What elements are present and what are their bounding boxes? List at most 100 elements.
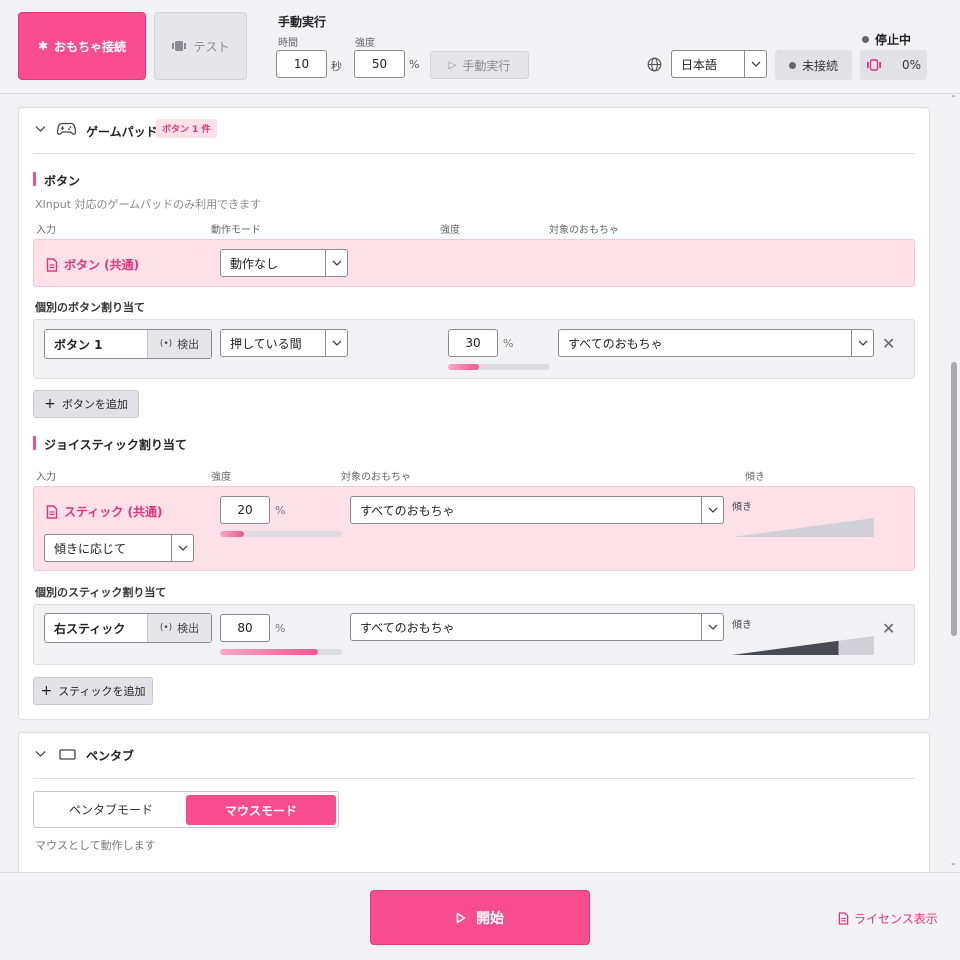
run-state-dot-icon: [862, 36, 869, 43]
detect-button[interactable]: (•) 検出: [147, 614, 211, 642]
stick-intensity-input[interactable]: 80: [220, 614, 270, 642]
play-icon: ▷: [448, 59, 457, 71]
chevron-down-icon: [171, 535, 193, 561]
time-input[interactable]: 10: [276, 50, 327, 78]
gamepad-title: ゲームパッド: [86, 125, 158, 139]
connection-status-badge: 未接続: [775, 50, 852, 80]
button-count-badge: ボタン 1 件: [156, 119, 217, 138]
vibration-level-icon: [866, 59, 881, 71]
buttons-section-title: ボタン: [44, 174, 81, 188]
connect-toy-button[interactable]: ✱ おもちゃ接続: [18, 12, 146, 80]
col-intensity: 強度: [211, 472, 231, 483]
percent-unit: %: [503, 337, 514, 350]
language-select[interactable]: 日本語: [671, 50, 767, 78]
pentab-title: ペンタブ: [86, 749, 135, 763]
col-input: 入力: [36, 225, 56, 236]
globe-icon: [647, 57, 662, 72]
button-intensity-input[interactable]: 30: [448, 329, 498, 357]
document-icon: [46, 504, 58, 519]
document-icon: [838, 912, 849, 925]
vibration-level-badge: 0%: [860, 50, 927, 80]
remove-button-icon[interactable]: ✕: [882, 334, 895, 353]
vibration-level-text: 0%: [901, 58, 922, 72]
col-input: 入力: [36, 472, 56, 483]
chevron-down-icon: [744, 51, 766, 77]
run-state-text: 停止中: [875, 33, 912, 47]
license-link[interactable]: ライセンス表示: [838, 910, 938, 927]
pentab-mode-option[interactable]: ペンタブモード: [36, 794, 186, 825]
stick-target-select[interactable]: すべてのおもちゃ: [350, 613, 724, 641]
test-button[interactable]: テスト: [154, 12, 247, 80]
stick-common-mode-select[interactable]: 傾きに応じて: [44, 534, 194, 562]
scroll-thumb[interactable]: [951, 362, 957, 636]
chevron-down-icon: [701, 497, 723, 523]
add-stick-button[interactable]: + スティックを追加: [33, 677, 153, 705]
stick-common-intensity-input[interactable]: 20: [220, 496, 270, 524]
button-input-field[interactable]: ボタン 1 (•) 検出: [44, 329, 212, 359]
divider: [33, 778, 915, 779]
test-label: テスト: [193, 39, 230, 54]
collapse-chevron-icon[interactable]: [35, 750, 46, 758]
button-common-mode-select[interactable]: 動作なし: [220, 249, 348, 277]
col-target: 対象のおもちゃ: [341, 472, 411, 483]
plus-icon: +: [44, 396, 56, 412]
individual-sticks-title: 個別のスティック割り当て: [35, 586, 167, 599]
stick-intensity-slider[interactable]: [220, 649, 342, 655]
start-button[interactable]: 開始: [370, 890, 590, 945]
individual-buttons-title: 個別のボタン割り当て: [35, 301, 145, 314]
tilt-label: 傾き: [732, 502, 752, 513]
stick-common-intensity-slider[interactable]: [220, 531, 342, 537]
remove-stick-icon[interactable]: ✕: [882, 619, 895, 638]
scroll-up-icon[interactable]: ⌃: [950, 94, 957, 103]
mouse-mode-option[interactable]: マウスモード: [186, 795, 336, 825]
tilt-label: 傾き: [732, 620, 752, 631]
plus-icon: +: [40, 683, 53, 699]
intensity-fill: [448, 364, 479, 370]
signal-icon: (•): [159, 339, 173, 349]
chevron-down-icon: [325, 330, 347, 356]
status-dot-icon: [788, 61, 796, 69]
language-value: 日本語: [681, 57, 718, 72]
manual-run-label: 手動実行: [462, 58, 511, 73]
connection-status-text: 未接続: [801, 58, 838, 73]
col-tilt: 傾き: [745, 472, 765, 483]
run-state-indicator: 停止中: [862, 31, 911, 48]
footer: 開始 ライセンス表示: [0, 872, 960, 960]
scrollbar[interactable]: ⌃ ⌄: [950, 94, 958, 870]
button-target-select[interactable]: すべてのおもちゃ: [558, 329, 874, 357]
chevron-down-icon: [851, 330, 873, 356]
intensity-fill: [220, 531, 245, 537]
time-unit: 秒: [331, 60, 342, 73]
detect-button[interactable]: (•) 検出: [147, 330, 211, 358]
tilt-meter: [732, 636, 874, 655]
add-button-button[interactable]: + ボタンを追加: [33, 390, 139, 418]
collapse-chevron-icon[interactable]: [35, 125, 46, 133]
stick-common-label: スティック (共通): [46, 503, 162, 520]
button-intensity-slider[interactable]: [448, 364, 550, 370]
connect-toy-label: おもちゃ接続: [54, 39, 127, 54]
pentab-note: マウスとして動作します: [35, 839, 156, 852]
button-common-row: [33, 239, 915, 287]
chevron-down-icon: [325, 250, 347, 276]
play-icon: [456, 912, 466, 923]
col-mode: 動作モード: [211, 225, 261, 236]
intensity-input[interactable]: 50: [354, 50, 405, 78]
scroll-down-icon[interactable]: ⌄: [950, 858, 957, 867]
pentab-mode-toggle: ペンタブモード マウスモード: [33, 791, 339, 828]
document-icon: [46, 257, 58, 272]
gamepad-icon: [57, 122, 76, 135]
time-label: 時間: [278, 38, 298, 49]
percent-unit: %: [275, 504, 286, 517]
stick-common-target-select[interactable]: すべてのおもちゃ: [350, 496, 724, 524]
stick-input-field[interactable]: 右スティック (•) 検出: [44, 613, 212, 643]
sticks-section-title: ジョイスティック割り当て: [44, 438, 187, 452]
intensity-unit: %: [409, 58, 420, 71]
percent-unit: %: [275, 622, 286, 635]
tilt-meter: [732, 518, 874, 537]
chevron-down-icon: [701, 614, 723, 640]
intensity-label: 強度: [355, 38, 375, 49]
manual-run-button[interactable]: ▷ 手動実行: [430, 51, 529, 79]
button-mode-select[interactable]: 押している間: [220, 329, 348, 357]
tablet-icon: [59, 749, 76, 760]
bluetooth-icon: ✱: [37, 39, 49, 53]
